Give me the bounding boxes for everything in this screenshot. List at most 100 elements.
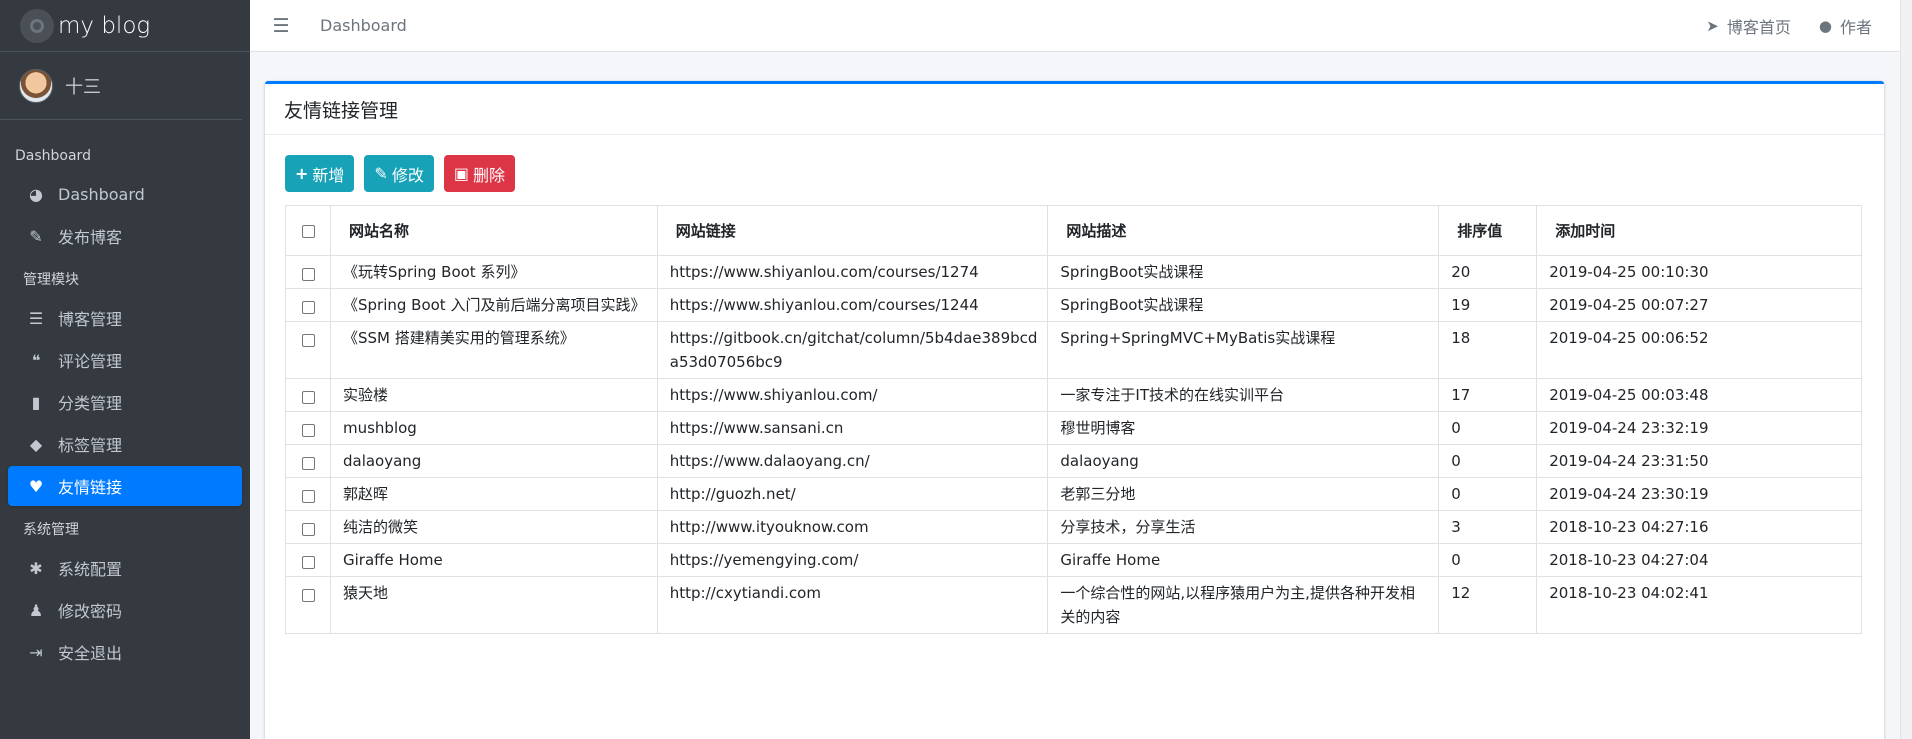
top-navbar: ☰ Dashboard ➤ 博客首页 ● 作者 (250, 0, 1912, 52)
friend-links-table: 网站名称 网站链接 网站描述 排序值 添加时间 《玩转Spring Boot 系… (285, 205, 1862, 634)
row-checkbox[interactable] (302, 588, 315, 602)
sidebar-item-change-password[interactable]: ♟ 修改密码 (8, 590, 242, 630)
cell-desc: 穆世明博客 (1047, 411, 1440, 445)
table-header-row: 网站名称 网站链接 网站描述 排序值 添加时间 (285, 205, 1862, 256)
cell-time: 2019-04-24 23:31:50 (1536, 444, 1862, 478)
user-secret-icon: ♟ (28, 600, 44, 620)
cell-sort: 0 (1438, 444, 1538, 478)
sidebar-item-label: 博客管理 (58, 310, 123, 329)
nav-header-dashboard: Dashboard (15, 148, 91, 164)
sidebar-item-label: 发布博客 (58, 228, 123, 247)
comments-icon: ❝ (31, 350, 41, 370)
sidebar-item-system-config[interactable]: ✱ 系统配置 (8, 548, 242, 588)
row-checkbox[interactable] (302, 267, 315, 281)
author-link[interactable]: ● 作者 (1819, 14, 1872, 38)
bookmark-icon: ▮ (31, 392, 41, 412)
wrench-icon: ✱ (29, 558, 43, 578)
edit-button[interactable]: ✎ 修改 (364, 155, 434, 192)
table-row[interactable]: mushblog https://www.sansani.cn 穆世明博客 0 … (285, 411, 1862, 445)
select-all-cell (285, 205, 331, 256)
row-select-cell (285, 477, 331, 511)
sidebar-item-label: Dashboard (58, 184, 145, 204)
row-select-cell (285, 321, 331, 379)
table-row[interactable]: Giraffe Home https://yemengying.com/ Gir… (285, 543, 1862, 577)
row-checkbox[interactable] (302, 423, 315, 437)
sidebar-item-friend-links[interactable]: ♥ 友情链接 (8, 466, 242, 506)
avatar (19, 68, 53, 103)
row-checkbox[interactable] (302, 333, 315, 347)
sidebar-item-tag-manage[interactable]: ◆ 标签管理 (8, 424, 242, 464)
table-row[interactable]: 《玩转Spring Boot 系列》 https://www.shiyanlou… (285, 255, 1862, 289)
table-row[interactable]: dalaoyang https://www.dalaoyang.cn/ dala… (285, 444, 1862, 478)
cell-desc: SpringBoot实战课程 (1047, 255, 1440, 289)
sign-out-icon: ⇥ (29, 642, 43, 662)
sidebar-item-comment-manage[interactable]: ❝ 评论管理 (8, 340, 242, 380)
table-row[interactable]: 郭赵晖 http://guozh.net/ 老郭三分地 0 2019-04-24… (285, 477, 1862, 511)
cell-desc: 一家专注于IT技术的在线实训平台 (1047, 378, 1440, 412)
table-row[interactable]: 《SSM 搭建精美实用的管理系统》 https://gitbook.cn/git… (285, 321, 1862, 379)
sidebar-item-label: 评论管理 (58, 352, 123, 371)
delete-label: 删除 (472, 165, 505, 185)
cell-url: https://www.shiyanlou.com/courses/1274 (656, 255, 1049, 289)
add-button[interactable]: + 新增 (285, 155, 355, 192)
column-header-desc[interactable]: 网站描述 (1047, 205, 1440, 256)
table-row[interactable]: 猿天地 http://cxytiandi.com 一个综合性的网站,以程序猿用户… (285, 576, 1862, 634)
row-checkbox[interactable] (302, 390, 315, 404)
table-row[interactable]: 实验楼 https://www.shiyanlou.com/ 一家专注于IT技术… (285, 378, 1862, 412)
cell-time: 2018-10-23 04:27:04 (1536, 543, 1862, 577)
select-all-checkbox[interactable] (302, 224, 315, 238)
row-select-cell (285, 288, 331, 322)
toolbar: + 新增 ✎ 修改 ▣ 删除 (285, 155, 1884, 192)
column-header-sort[interactable]: 排序值 (1438, 205, 1538, 256)
cell-desc: 一个综合性的网站,以程序猿用户为主,提供各种开发相关的内容 (1047, 576, 1440, 634)
cell-sort: 18 (1438, 321, 1538, 379)
sidebar-item-category-manage[interactable]: ▮ 分类管理 (8, 382, 242, 422)
sidebar-item-dashboard[interactable]: ◕ Dashboard (8, 174, 242, 214)
row-select-cell (285, 543, 331, 577)
brand-title: my blog (58, 12, 151, 39)
edit-icon: ✎ (374, 164, 388, 183)
edit-label: 修改 (391, 165, 424, 185)
column-header-name[interactable]: 网站名称 (329, 205, 658, 256)
cell-sort: 20 (1438, 255, 1538, 289)
delete-button[interactable]: ▣ 删除 (443, 155, 515, 192)
blog-home-link[interactable]: ➤ 博客首页 (1706, 14, 1791, 38)
row-checkbox[interactable] (302, 522, 315, 536)
cell-time: 2019-04-25 00:03:48 (1536, 378, 1862, 412)
breadcrumb[interactable]: Dashboard (320, 16, 407, 35)
table-row[interactable]: 纯洁的微笑 http://www.ityouknow.com 分享技术，分享生活… (285, 510, 1862, 544)
cell-desc: 老郭三分地 (1047, 477, 1440, 511)
paper-plane-icon: ➤ (1706, 16, 1719, 35)
menu-toggle-icon[interactable]: ☰ (266, 15, 296, 37)
cell-sort: 0 (1438, 477, 1538, 511)
cell-name: 郭赵晖 (329, 477, 658, 511)
blog-home-label: 博客首页 (1726, 17, 1791, 37)
sidebar-item-publish-blog[interactable]: ✎ 发布博客 (8, 216, 242, 256)
page-scrollbar[interactable] (1900, 0, 1912, 739)
user-name: 十三 (65, 76, 101, 98)
sidebar-item-logout[interactable]: ⇥ 安全退出 (8, 632, 242, 672)
row-checkbox[interactable] (302, 300, 315, 314)
row-checkbox[interactable] (302, 456, 315, 470)
column-header-time[interactable]: 添加时间 (1536, 205, 1862, 256)
row-select-cell (285, 576, 331, 634)
cell-name: 实验楼 (329, 378, 658, 412)
friend-links-card: 友情链接管理 + 新增 ✎ 修改 ▣ 删除 网站名称 网站链接 网站描述 排序值 (265, 81, 1884, 739)
sidebar: my blog 十三 Dashboard ◕ Dashboard ✎ 发布博客 … (0, 0, 250, 739)
sidebar-item-blog-manage[interactable]: ☰ 博客管理 (8, 298, 242, 338)
sidebar-item-label: 标签管理 (58, 436, 123, 455)
cell-desc: dalaoyang (1047, 444, 1440, 478)
row-checkbox[interactable] (302, 489, 315, 503)
brand[interactable]: my blog (0, 0, 250, 52)
nav-header-modules: 管理模块 (23, 272, 79, 288)
cell-name: dalaoyang (329, 444, 658, 478)
cell-time: 2019-04-25 00:10:30 (1536, 255, 1862, 289)
user-panel[interactable]: 十三 (0, 52, 242, 120)
cell-desc: 分享技术，分享生活 (1047, 510, 1440, 544)
row-checkbox[interactable] (302, 555, 315, 569)
table-row[interactable]: 《Spring Boot 入门及前后端分离项目实践》 https://www.s… (285, 288, 1862, 322)
column-header-url[interactable]: 网站链接 (656, 205, 1049, 256)
add-label: 新增 (312, 165, 345, 185)
cell-time: 2019-04-25 00:06:52 (1536, 321, 1862, 379)
cell-name: 纯洁的微笑 (329, 510, 658, 544)
